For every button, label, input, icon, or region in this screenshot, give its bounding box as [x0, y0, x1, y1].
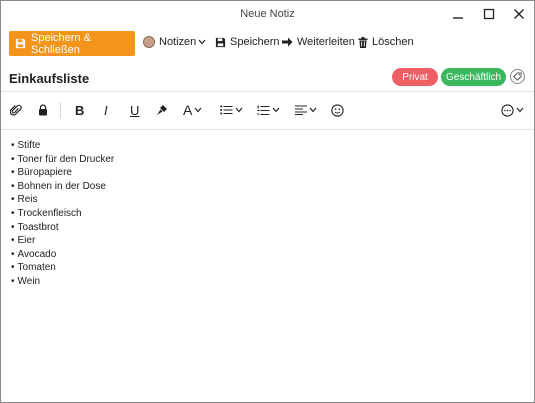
- minimize-button[interactable]: [448, 5, 468, 23]
- shopping-list: Stifte Toner für den Drucker Büropapiere…: [11, 139, 534, 289]
- bullet-list-icon: [220, 105, 233, 115]
- paperclip-icon: [10, 104, 22, 116]
- notes-dropdown[interactable]: Notizen: [143, 36, 206, 48]
- notes-label: Notizen: [159, 36, 197, 48]
- emoji-button[interactable]: [331, 102, 344, 118]
- lock-button[interactable]: [38, 102, 48, 118]
- close-icon: [514, 9, 524, 19]
- numbered-list-dropdown[interactable]: [257, 102, 280, 118]
- title-bar: Neue Notiz: [1, 1, 534, 27]
- minimize-icon: [453, 17, 463, 19]
- add-tag-button[interactable]: [510, 69, 525, 84]
- maximize-icon: [483, 8, 495, 20]
- forward-button[interactable]: Weiterleiten: [282, 36, 355, 48]
- note-subject[interactable]: Einkaufsliste: [9, 71, 89, 86]
- note-window: Neue Notiz Speichern & Schließen Notizen: [0, 0, 535, 403]
- lock-icon: [39, 104, 47, 116]
- save-icon: [215, 37, 226, 48]
- delete-label: Löschen: [372, 36, 414, 48]
- font-icon: A: [183, 102, 193, 118]
- list-item: Stifte: [11, 139, 534, 153]
- list-item: Trockenfleisch: [11, 207, 534, 221]
- bold-button[interactable]: B: [75, 102, 84, 118]
- underline-button[interactable]: U: [130, 102, 139, 118]
- emoji-icon: [331, 103, 344, 117]
- chevron-down-icon: [309, 107, 317, 113]
- list-item: Toastbrot: [11, 221, 534, 235]
- numbered-list-icon: [257, 105, 270, 115]
- main-toolbar: Speichern & Schließen Notizen Speichern …: [1, 27, 534, 61]
- more-icon: [501, 103, 514, 117]
- list-item: Avocado: [11, 248, 534, 262]
- list-item: Eier: [11, 234, 534, 248]
- format-painter-icon: [157, 105, 167, 115]
- chevron-down-icon: [272, 107, 280, 113]
- save-and-close-button[interactable]: Speichern & Schließen: [9, 31, 135, 56]
- delete-button[interactable]: Löschen: [358, 36, 414, 48]
- forward-label: Weiterleiten: [297, 36, 355, 48]
- formatting-toolbar: B I U A: [1, 92, 534, 130]
- save-label: Speichern: [230, 36, 280, 48]
- list-item: Tomaten: [11, 261, 534, 275]
- chevron-down-icon: [516, 107, 524, 113]
- more-options-dropdown[interactable]: [501, 102, 524, 118]
- save-button[interactable]: Speichern: [215, 36, 280, 48]
- chevron-down-icon: [235, 107, 243, 113]
- maximize-button[interactable]: [479, 5, 499, 23]
- italic-button[interactable]: I: [104, 102, 108, 118]
- list-item: Wein: [11, 275, 534, 289]
- list-item: Reis: [11, 193, 534, 207]
- forward-arrow-icon: [282, 37, 293, 47]
- list-item: Bohnen in der Dose: [11, 180, 534, 194]
- close-button[interactable]: [509, 5, 529, 23]
- toolbar-divider: [60, 102, 61, 118]
- tag-privat[interactable]: Privat: [392, 68, 438, 86]
- tag-icon: [513, 72, 522, 81]
- attach-button[interactable]: [10, 102, 22, 118]
- subject-row: Einkaufsliste Privat Geschäftlich: [1, 61, 534, 92]
- font-dropdown[interactable]: A: [183, 102, 202, 118]
- trash-icon: [358, 36, 368, 48]
- bullet-list-dropdown[interactable]: [220, 102, 243, 118]
- tag-geschaeftlich[interactable]: Geschäftlich: [441, 68, 506, 86]
- note-body-editor[interactable]: Stifte Toner für den Drucker Büropapiere…: [1, 130, 534, 289]
- save-and-close-label: Speichern & Schließen: [31, 31, 91, 56]
- chevron-down-icon: [194, 107, 202, 113]
- chevron-down-icon: [198, 39, 206, 45]
- align-dropdown[interactable]: [295, 102, 317, 118]
- format-painter-button[interactable]: [156, 102, 168, 118]
- align-icon: [295, 105, 307, 115]
- save-icon: [15, 38, 26, 49]
- list-item: Büropapiere: [11, 166, 534, 180]
- list-item: Toner für den Drucker: [11, 153, 534, 167]
- avatar: [143, 36, 155, 48]
